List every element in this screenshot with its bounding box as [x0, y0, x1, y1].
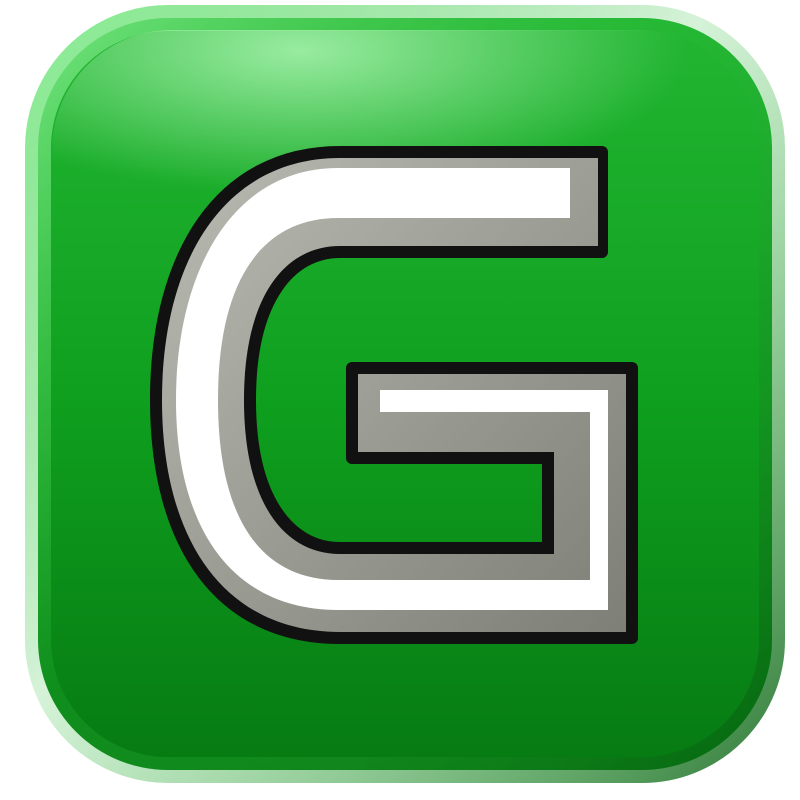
- icon-canvas: [0, 0, 800, 800]
- letter-g: [150, 146, 638, 644]
- g-letter-icon: [25, 5, 785, 783]
